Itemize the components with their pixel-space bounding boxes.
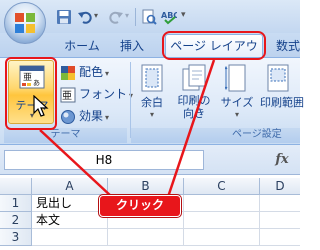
themes-button-highlight	[5, 57, 57, 130]
column-header[interactable]: A	[32, 178, 108, 195]
cell[interactable]	[184, 229, 260, 246]
fonts-label: フォント	[79, 87, 128, 101]
cell[interactable]	[108, 229, 184, 246]
mouse-cursor-icon	[33, 95, 49, 117]
effects-icon	[61, 109, 75, 124]
size-icon	[225, 64, 246, 92]
click-callout-label: クリック	[99, 195, 181, 217]
page-layout-tab-highlight	[162, 31, 266, 60]
themes-group-label: テーマ	[50, 129, 81, 140]
cell[interactable]	[260, 195, 300, 212]
orientation-button[interactable]: 印刷の 向き	[172, 60, 216, 124]
row-header[interactable]: 1	[0, 195, 32, 212]
redo-icon[interactable]	[108, 9, 124, 25]
colors-label: 配色	[79, 65, 104, 79]
tab-home[interactable]: ホーム	[56, 36, 108, 56]
orientation-label: 印刷の 向き	[177, 94, 211, 120]
margins-button[interactable]: 余白 ▾	[134, 60, 170, 124]
size-dropdown-icon: ▾	[234, 110, 239, 119]
cell-a2[interactable]: 本文	[32, 212, 108, 229]
row-header[interactable]: 2	[0, 212, 32, 229]
select-all-corner[interactable]	[0, 178, 32, 195]
print-preview-icon[interactable]	[141, 9, 157, 25]
column-header[interactable]: C	[184, 178, 260, 195]
spelling-check-icon[interactable]: ABC	[161, 9, 177, 25]
undo-icon[interactable]	[77, 9, 93, 25]
office-button[interactable]	[4, 2, 46, 44]
print-area-label: 印刷範囲	[260, 96, 304, 109]
cell[interactable]	[260, 212, 300, 229]
column-header[interactable]: D	[260, 178, 300, 195]
colors-button[interactable]: 配色 ▾	[60, 62, 109, 82]
cell[interactable]	[260, 229, 300, 246]
insert-function-icon[interactable]: fx	[268, 150, 296, 170]
save-icon[interactable]	[56, 9, 72, 25]
margins-dropdown-icon: ▾	[149, 110, 154, 119]
customize-qat-icon[interactable]: ▾	[181, 10, 186, 20]
orientation-icon	[182, 64, 206, 91]
print-area-icon	[267, 64, 289, 92]
cell[interactable]	[184, 212, 260, 229]
undo-dropdown-icon[interactable]: ▾	[94, 11, 98, 20]
tab-formulas[interactable]: 数式	[276, 36, 316, 56]
column-header[interactable]: B	[108, 178, 184, 195]
ribbon-group-divider	[130, 62, 131, 138]
effects-label: 効果	[79, 109, 104, 123]
name-box[interactable]: H8	[4, 150, 204, 170]
office-logo-icon	[15, 13, 35, 33]
size-label: サイズ	[220, 96, 254, 109]
fonts-icon: 亜	[60, 87, 76, 102]
redo-dropdown-icon[interactable]: ▾	[125, 11, 129, 20]
margins-icon	[141, 64, 163, 92]
svg-text:亜: 亜	[62, 91, 72, 102]
cell-a1[interactable]: 見出し	[32, 195, 108, 212]
fonts-button[interactable]: 亜 フォント ▾	[60, 84, 133, 104]
page-setup-group-label: ページ設定	[232, 129, 282, 140]
effects-button[interactable]: 効果 ▾	[60, 106, 109, 126]
tab-insert[interactable]: 挿入	[112, 36, 152, 56]
colors-icon	[61, 65, 75, 80]
qat-divider	[135, 8, 136, 26]
cell[interactable]	[184, 195, 260, 212]
cell-a3[interactable]	[32, 229, 108, 246]
print-area-button[interactable]: 印刷範囲	[258, 60, 308, 124]
size-button[interactable]: サイズ ▾	[218, 60, 256, 124]
effects-dropdown-icon: ▾	[105, 113, 110, 122]
colors-dropdown-icon: ▾	[105, 69, 110, 78]
margins-label: 余白	[141, 96, 163, 109]
row-header[interactable]: 3	[0, 229, 32, 246]
